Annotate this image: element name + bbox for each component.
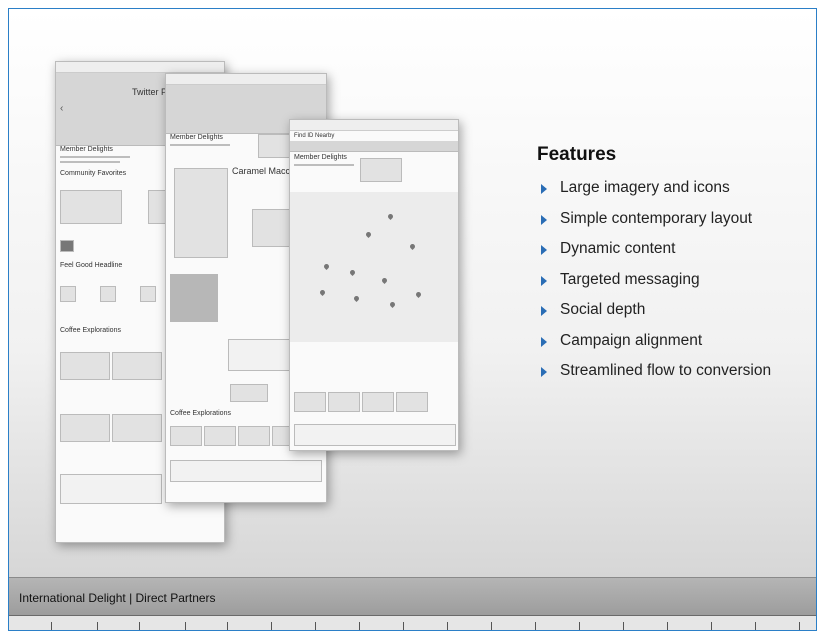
footer-text: International Delight | Direct Partners (19, 591, 216, 605)
feature-item: Social depth (537, 300, 771, 331)
bullet-triangle-icon (541, 336, 547, 347)
slide-frame: Twitter Par ‹ Member Delights Community … (8, 8, 817, 631)
features-list: Large imagery and icons Simple contempor… (537, 178, 771, 392)
footer-bar: International Delight | Direct Partners (9, 577, 816, 616)
bullet-triangle-icon (541, 214, 547, 225)
feature-item: Campaign alignment (537, 331, 771, 362)
feature-item: Targeted messaging (537, 270, 771, 301)
section-coffee-explorations: Coffee Explorations (60, 327, 121, 334)
section-coffee-explorations-2: Coffee Explorations (170, 410, 231, 417)
wireframe-page-locator: Find ID Nearby Member Delights (289, 119, 459, 451)
feature-item: Large imagery and icons (537, 178, 771, 209)
features-panel: Features Large imagery and icons Simple … (537, 144, 771, 392)
features-title: Features (537, 144, 617, 165)
bullet-triangle-icon (541, 184, 547, 194)
feature-item: Streamlined flow to conversion (537, 361, 771, 392)
section-feel-good: Feel Good Headline (60, 262, 123, 269)
section-member-delights-3: Member Delights (294, 154, 347, 161)
finder-title: Find ID Nearby (294, 133, 335, 139)
section-member-delights: Member Delights (60, 146, 113, 153)
product-title: Caramel Macchi (232, 166, 298, 176)
bullet-triangle-icon (541, 367, 547, 377)
section-community-favorites: Community Favorites (60, 170, 127, 177)
bullet-triangle-icon (541, 245, 547, 255)
bottom-strip (9, 615, 816, 630)
feature-item: Dynamic content (537, 239, 771, 270)
bullet-triangle-icon (541, 275, 547, 286)
feature-item: Simple contemporary layout (537, 209, 771, 240)
section-member-delights-2: Member Delights (170, 134, 223, 141)
bullet-triangle-icon (541, 306, 547, 316)
